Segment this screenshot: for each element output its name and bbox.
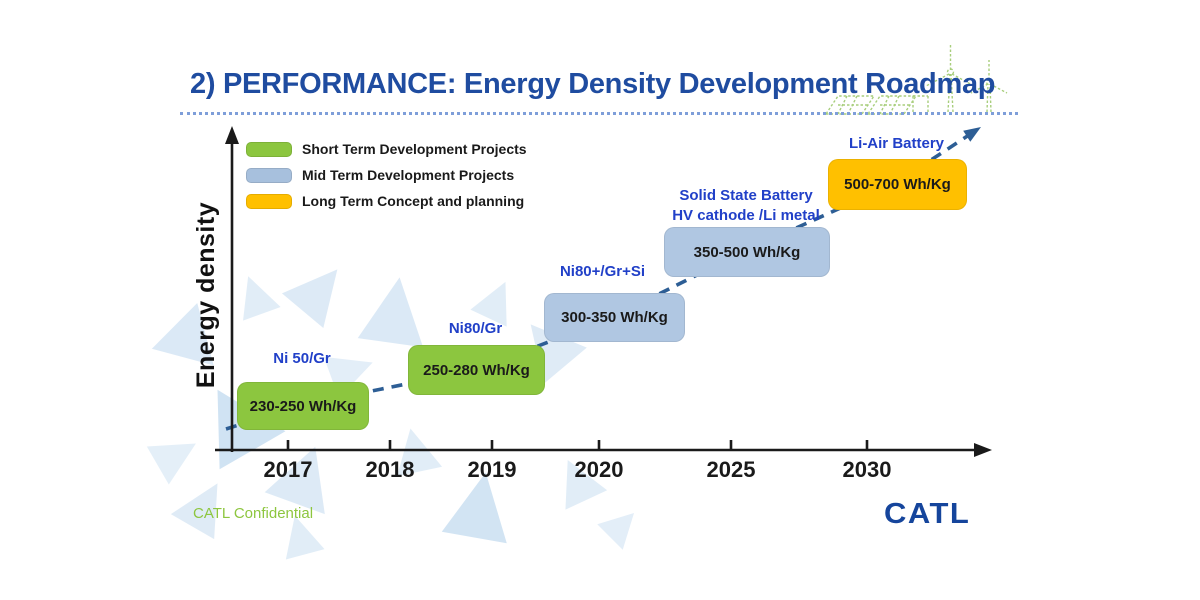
x-axis (215, 440, 977, 450)
legend-item-long-term: Long Term Concept and planning (246, 194, 527, 208)
mid-term-swatch (246, 168, 292, 183)
milestone-label-solid-state: Solid State Battery HV cathode /Li metal (652, 186, 840, 227)
y-axis-label: Energy density (192, 145, 222, 445)
title-separator (180, 112, 1018, 115)
milestone-label-ni50gr: Ni 50/Gr (237, 349, 367, 369)
legend-label: Mid Term Development Projects (302, 167, 514, 183)
legend-item-mid-term: Mid Term Development Projects (246, 168, 527, 182)
milestone-label-line1: Solid State Battery (652, 186, 840, 206)
year-label-2030: 2030 (829, 457, 905, 483)
milestone-label-ni80plus: Ni80+/Gr+Si (530, 262, 675, 282)
milestone-box-250-280: 250-280 Wh/Kg (408, 345, 545, 395)
legend-label: Long Term Concept and planning (302, 193, 524, 209)
slide: 2) PERFORMANCE: Energy Density Developme… (0, 0, 1200, 600)
milestone-box-300-350: 300-350 Wh/Kg (544, 293, 685, 342)
milestone-label-line2: HV cathode /Li metal (652, 206, 840, 226)
short-term-swatch (246, 142, 292, 157)
year-label-2017: 2017 (250, 457, 326, 483)
year-label-2018: 2018 (352, 457, 428, 483)
milestone-box-500-700: 500-700 Wh/Kg (828, 159, 967, 210)
milestone-box-230-250: 230-250 Wh/Kg (237, 382, 369, 430)
y-axis-arrowhead (225, 126, 239, 144)
milestone-label-li-air: Li-Air Battery (828, 134, 965, 154)
year-label-2019: 2019 (454, 457, 530, 483)
legend-item-short-term: Short Term Development Projects (246, 142, 527, 156)
milestone-label-ni80gr: Ni80/Gr (408, 319, 543, 339)
page-title: 2) PERFORMANCE: Energy Density Developme… (190, 68, 995, 101)
catl-logo: CATL (884, 497, 970, 530)
year-label-2020: 2020 (561, 457, 637, 483)
milestone-box-350-500: 350-500 Wh/Kg (664, 227, 830, 277)
confidential-notice: CATL Confidential (193, 505, 313, 522)
x-axis-arrowhead (974, 443, 992, 457)
legend-label: Short Term Development Projects (302, 141, 527, 157)
year-label-2025: 2025 (693, 457, 769, 483)
long-term-swatch (246, 194, 292, 209)
legend: Short Term Development Projects Mid Term… (246, 142, 527, 220)
